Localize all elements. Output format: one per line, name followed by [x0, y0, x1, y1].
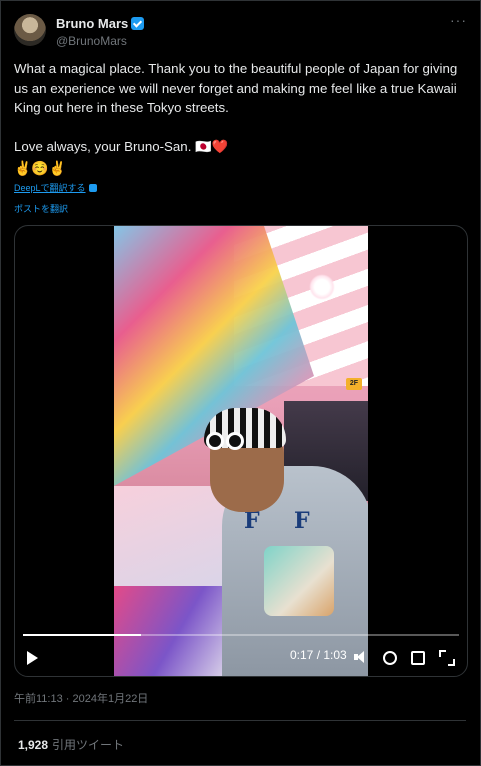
more-options-icon[interactable]: ···	[450, 12, 467, 28]
play-icon[interactable]	[27, 651, 38, 665]
tweet-timestamp[interactable]: 午前11:13 · 2024年1月22日	[14, 690, 148, 706]
video-progress-bar[interactable]	[23, 634, 459, 636]
settings-gear-icon[interactable]	[383, 651, 397, 665]
avatar[interactable]	[14, 14, 46, 46]
shirt-print	[264, 546, 334, 616]
fullscreen-icon[interactable]	[439, 650, 455, 666]
deepl-icon	[88, 184, 97, 192]
picture-in-picture-icon[interactable]	[411, 651, 425, 665]
quote-stats[interactable]: 1,928 引用ツイート	[18, 736, 124, 753]
sunglasses	[206, 432, 246, 450]
emoji-line: ✌️☺️✌️	[14, 160, 67, 176]
floor-sign: 2F	[346, 378, 362, 390]
author-name-text[interactable]: Bruno Mars	[56, 16, 128, 31]
shirt-letter-right: F	[294, 508, 310, 534]
deepl-translate-link[interactable]: DeepLで翻訳する	[14, 181, 97, 194]
author-handle[interactable]: @BrunoMars	[56, 34, 127, 48]
ceiling-lamp	[309, 274, 335, 300]
quote-count[interactable]: 1,928	[18, 738, 48, 752]
divider	[14, 720, 466, 721]
deepl-link-text[interactable]: DeepLで翻訳する	[14, 183, 86, 193]
quote-label[interactable]: 引用ツイート	[52, 738, 124, 752]
video-player[interactable]: 2F F F 0:17 / 1:03	[14, 225, 468, 677]
verified-badge-icon	[131, 17, 145, 30]
author-name[interactable]: Bruno Mars	[56, 16, 145, 31]
video-frame: 2F F F	[114, 226, 368, 676]
video-progress-fill	[23, 634, 141, 636]
volume-icon[interactable]	[353, 649, 369, 665]
video-time: 0:17 / 1:03	[290, 648, 347, 662]
tweet-text: What a magical place. Thank you to the b…	[14, 61, 458, 154]
translate-post-link[interactable]: ポストを翻訳	[14, 202, 68, 215]
